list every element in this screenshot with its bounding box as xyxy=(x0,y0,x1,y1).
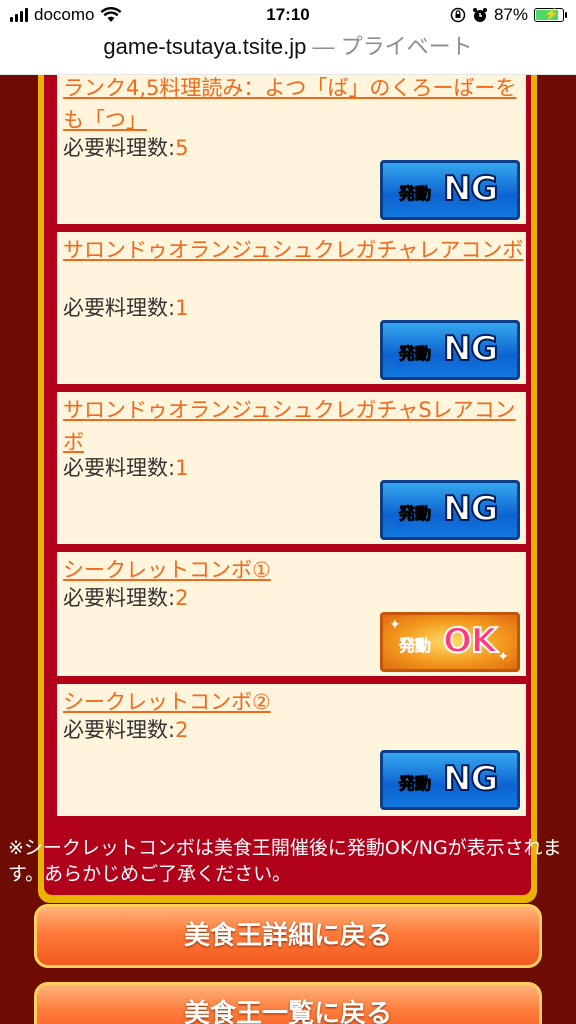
combo-title-link[interactable]: サロンドゥオランジュシュクレガチャレアコンボ xyxy=(63,234,525,266)
secret-combo-note: ※シークレットコンボは美食王開催後に発動OK/NGが表示されます。あらかじめご了… xyxy=(8,837,562,885)
sparkle-icon: ✦ xyxy=(497,649,509,665)
required-dish-count: 必要料理数:1 xyxy=(63,294,188,322)
status-right: 87% ⚡ xyxy=(450,5,567,25)
required-dish-label: 必要料理数: xyxy=(63,456,176,480)
required-dish-value: 5 xyxy=(175,136,189,160)
required-dish-count: 必要料理数:2 xyxy=(63,584,188,612)
required-dish-value: 1 xyxy=(175,296,189,320)
combo-list-inner: ランク4,5料理読み：よつ「ば」のくろーばーをも「つ」 必要料理数:5 発動 N… xyxy=(44,75,531,895)
private-mode-label: — プライベート xyxy=(306,34,473,59)
activation-ok-badge: ✦ ✦ 発動 OK xyxy=(380,612,520,672)
badge-big-label: NG xyxy=(442,328,499,370)
battery-charging-icon: ⚡ xyxy=(534,7,567,22)
combo-title-link[interactable]: サロンドゥオランジュシュクレガチャSレアコンボ xyxy=(63,394,525,458)
required-dish-value: 2 xyxy=(175,586,189,610)
required-dish-label: 必要料理数: xyxy=(63,586,176,610)
page-content: ランク4,5料理読み：よつ「ば」のくろーばーをも「つ」 必要料理数:5 発動 N… xyxy=(0,75,576,1024)
badge-big-label: OK xyxy=(442,620,498,662)
badge-small-label: 発動 xyxy=(398,504,432,524)
required-dish-count: 必要料理数:2 xyxy=(63,716,188,744)
back-to-detail-button[interactable]: 美食王詳細に戻る xyxy=(34,904,542,968)
activation-ng-badge: 発動 NG xyxy=(380,160,520,220)
combo-entry: シークレットコンボ① 必要料理数:2 ✦ ✦ 発動 OK xyxy=(54,549,529,679)
badge-big-label: NG xyxy=(442,168,499,210)
required-dish-label: 必要料理数: xyxy=(63,296,176,320)
combo-list-panel: ランク4,5料理読み：よつ「ば」のくろーばーをも「つ」 必要料理数:5 発動 N… xyxy=(38,75,537,903)
badge-big-label: NG xyxy=(442,488,499,530)
combo-entry: サロンドゥオランジュシュクレガチャSレアコンボ 必要料理数:1 発動 NG xyxy=(54,389,529,547)
status-bar: docomo 17:10 87% ⚡ xyxy=(0,0,576,32)
alarm-icon xyxy=(472,8,487,22)
sparkle-icon: ✦ xyxy=(389,617,401,633)
url-bar[interactable]: game-tsutaya.tsite.jp — プライベート xyxy=(0,32,576,75)
activation-ng-badge: 発動 NG xyxy=(380,750,520,810)
required-dish-value: 1 xyxy=(175,456,189,480)
activation-ng-badge: 発動 NG xyxy=(380,320,520,380)
badge-small-label: 発動 xyxy=(398,184,432,204)
combo-entry: シークレットコンボ② 必要料理数:2 発動 NG xyxy=(54,681,529,819)
badge-small-label: 発動 xyxy=(398,344,432,364)
charging-bolt-icon: ⚡ xyxy=(544,7,559,21)
required-dish-count: 必要料理数:1 xyxy=(63,454,188,482)
combo-title-link[interactable]: シークレットコンボ② xyxy=(63,686,525,718)
badge-small-label: 発動 xyxy=(399,636,432,656)
combo-entry: ランク4,5料理読み：よつ「ば」のくろーばーをも「つ」 必要料理数:5 発動 N… xyxy=(54,75,529,227)
rotation-lock-icon xyxy=(450,7,466,23)
required-dish-value: 2 xyxy=(175,718,189,742)
required-dish-label: 必要料理数: xyxy=(63,136,176,160)
badge-small-label: 発動 xyxy=(398,774,432,794)
combo-title-link[interactable]: シークレットコンボ① xyxy=(63,554,525,586)
badge-big-label: NG xyxy=(442,758,499,800)
required-dish-count: 必要料理数:5 xyxy=(63,134,188,162)
url-host: game-tsutaya.tsite.jp xyxy=(103,34,307,59)
battery-percent: 87% xyxy=(493,5,528,24)
back-to-list-button[interactable]: 美食王一覧に戻る xyxy=(34,982,542,1024)
combo-entry: サロンドゥオランジュシュクレガチャレアコンボ 必要料理数:1 発動 NG xyxy=(54,229,529,387)
required-dish-label: 必要料理数: xyxy=(63,718,176,742)
activation-ng-badge: 発動 NG xyxy=(380,480,520,540)
combo-title-link[interactable]: ランク4,5料理読み：よつ「ば」のくろーばーをも「つ」 xyxy=(63,75,525,136)
